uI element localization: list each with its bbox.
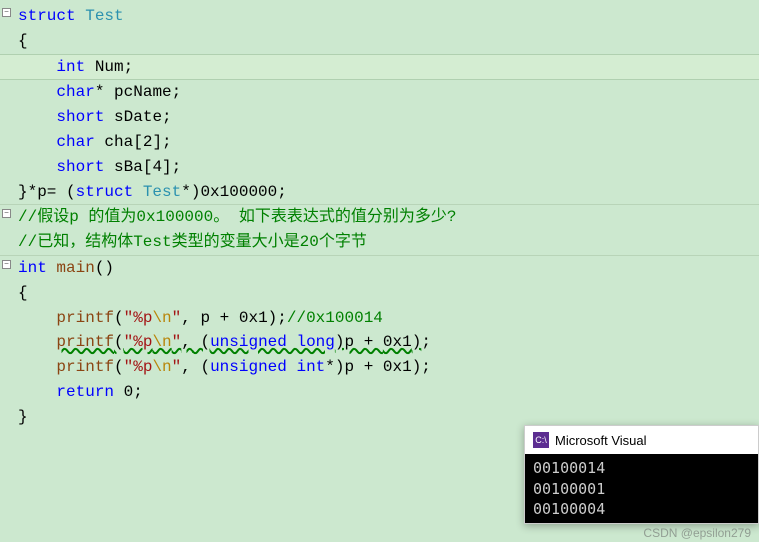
array-dim: [2] xyxy=(133,133,162,151)
console-window[interactable]: C:\ Microsoft Visual 00100014 00100001 0… xyxy=(524,425,759,524)
field-name: sDate xyxy=(114,108,162,126)
brace: { xyxy=(18,32,28,50)
code-line[interactable]: −//假设p 的值为0x100000。 如下表表达式的值分别为多少? xyxy=(0,204,759,230)
func-call: printf xyxy=(56,333,114,351)
comment: //假设p 的值为0x100000。 如下表表达式的值分别为多少? xyxy=(18,208,456,226)
field-name: Num xyxy=(95,58,124,76)
func-call: printf xyxy=(56,358,114,376)
console-line: 00100004 xyxy=(533,499,750,519)
escape-seq: \n xyxy=(152,333,171,351)
code-line[interactable]: char* pcName; xyxy=(0,80,759,105)
code-line[interactable]: −struct Test xyxy=(0,4,759,29)
code-line[interactable]: short sDate; xyxy=(0,105,759,130)
vs-icon: C:\ xyxy=(533,432,549,448)
arg-tail: *)p + 0x1); xyxy=(325,358,431,376)
keyword-struct: struct xyxy=(76,183,134,201)
return-val: 0; xyxy=(114,383,143,401)
hex-literal: 0x100000 xyxy=(200,183,277,201)
code-line[interactable]: { xyxy=(0,29,759,54)
string-literal: "%p xyxy=(124,333,153,351)
type-ui: unsigned int xyxy=(210,358,325,376)
fold-toggle-icon[interactable]: − xyxy=(2,8,11,17)
fold-toggle-icon[interactable]: − xyxy=(2,209,11,218)
console-titlebar[interactable]: C:\ Microsoft Visual xyxy=(525,426,758,454)
type-name: Test xyxy=(133,183,181,201)
string-close: " xyxy=(172,358,182,376)
code-line[interactable]: { xyxy=(0,281,759,306)
field-name: cha xyxy=(104,133,133,151)
comment: //0x100014 xyxy=(287,309,383,327)
type-char: char xyxy=(56,83,94,101)
code-editor[interactable]: −struct Test { int Num; char* pcName; sh… xyxy=(0,0,759,434)
code-line-current[interactable]: int Num; xyxy=(0,54,759,81)
fold-toggle-icon[interactable]: − xyxy=(2,260,11,269)
code-line[interactable]: printf("%p\n", (unsigned long)p + 0x1); xyxy=(0,330,759,355)
array-dim: [4] xyxy=(143,158,172,176)
func-name: main xyxy=(56,259,94,277)
arg-tail: , p + 0x1); xyxy=(181,309,287,327)
type-int: int xyxy=(18,259,47,277)
comment: //已知，结构体Test类型的变量大小是20个字节 xyxy=(18,233,367,251)
code-line[interactable]: char cha[2]; xyxy=(0,130,759,155)
type-char: char xyxy=(56,133,94,151)
keyword-return: return xyxy=(56,383,114,401)
brace: { xyxy=(18,284,28,302)
type-int: int xyxy=(56,58,85,76)
pointer-star: * xyxy=(95,83,105,101)
parens: () xyxy=(95,259,114,277)
type-short: short xyxy=(56,158,104,176)
code-line[interactable]: printf("%p\n", (unsigned int*)p + 0x1); xyxy=(0,355,759,380)
type-short: short xyxy=(56,108,104,126)
func-call: printf xyxy=(56,309,114,327)
code-line[interactable]: return 0; xyxy=(0,380,759,405)
console-output[interactable]: 00100014 00100001 00100004 xyxy=(525,454,758,523)
code-line[interactable]: −int main() xyxy=(0,255,759,281)
code-line[interactable]: printf("%p\n", p + 0x1);//0x100014 xyxy=(0,306,759,331)
field-name: pcName xyxy=(114,83,172,101)
string-literal: "%p xyxy=(124,309,153,327)
field-name: sBa xyxy=(114,158,143,176)
type-ul: unsigned long xyxy=(210,333,335,351)
string-literal: "%p xyxy=(124,358,153,376)
string-close: " xyxy=(172,309,182,327)
console-line: 00100014 xyxy=(533,458,750,478)
escape-seq: \n xyxy=(152,358,171,376)
type-name: Test xyxy=(85,7,123,25)
code-line[interactable]: //已知，结构体Test类型的变量大小是20个字节 xyxy=(0,230,759,255)
console-title-text: Microsoft Visual xyxy=(555,433,647,448)
escape-seq: \n xyxy=(152,309,171,327)
code-line[interactable]: short sBa[4]; xyxy=(0,155,759,180)
keyword-struct: struct xyxy=(18,7,76,25)
string-close: " xyxy=(172,333,182,351)
console-line: 00100001 xyxy=(533,479,750,499)
hex-literal: 0x1 xyxy=(383,333,412,351)
watermark: CSDN @epsilon279 xyxy=(643,526,751,540)
code-line[interactable]: }*p= (struct Test*)0x100000; xyxy=(0,180,759,205)
